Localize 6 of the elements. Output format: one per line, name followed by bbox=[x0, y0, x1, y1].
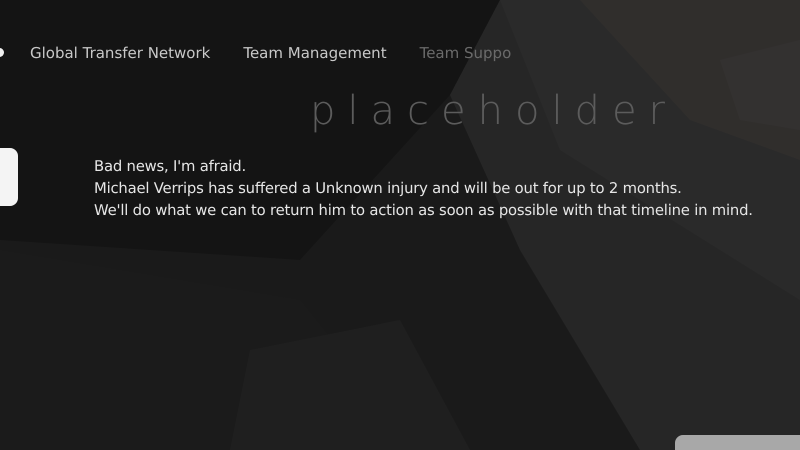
message-line: We'll do what we can to return him to action as soon as possible with that timeline in mind. bbox=[94, 201, 754, 221]
nav-tab[interactable]: Team Management bbox=[243, 44, 387, 62]
message-line: Bad news, I'm afraid. bbox=[94, 157, 247, 177]
backdrop-text: placeholder bbox=[310, 88, 677, 134]
nav-tab[interactable]: Global Transfer Network bbox=[30, 44, 210, 62]
message-line: Michael Verrips has suffered a Unknown injury and will be out for up to 2 months. bbox=[94, 179, 683, 199]
